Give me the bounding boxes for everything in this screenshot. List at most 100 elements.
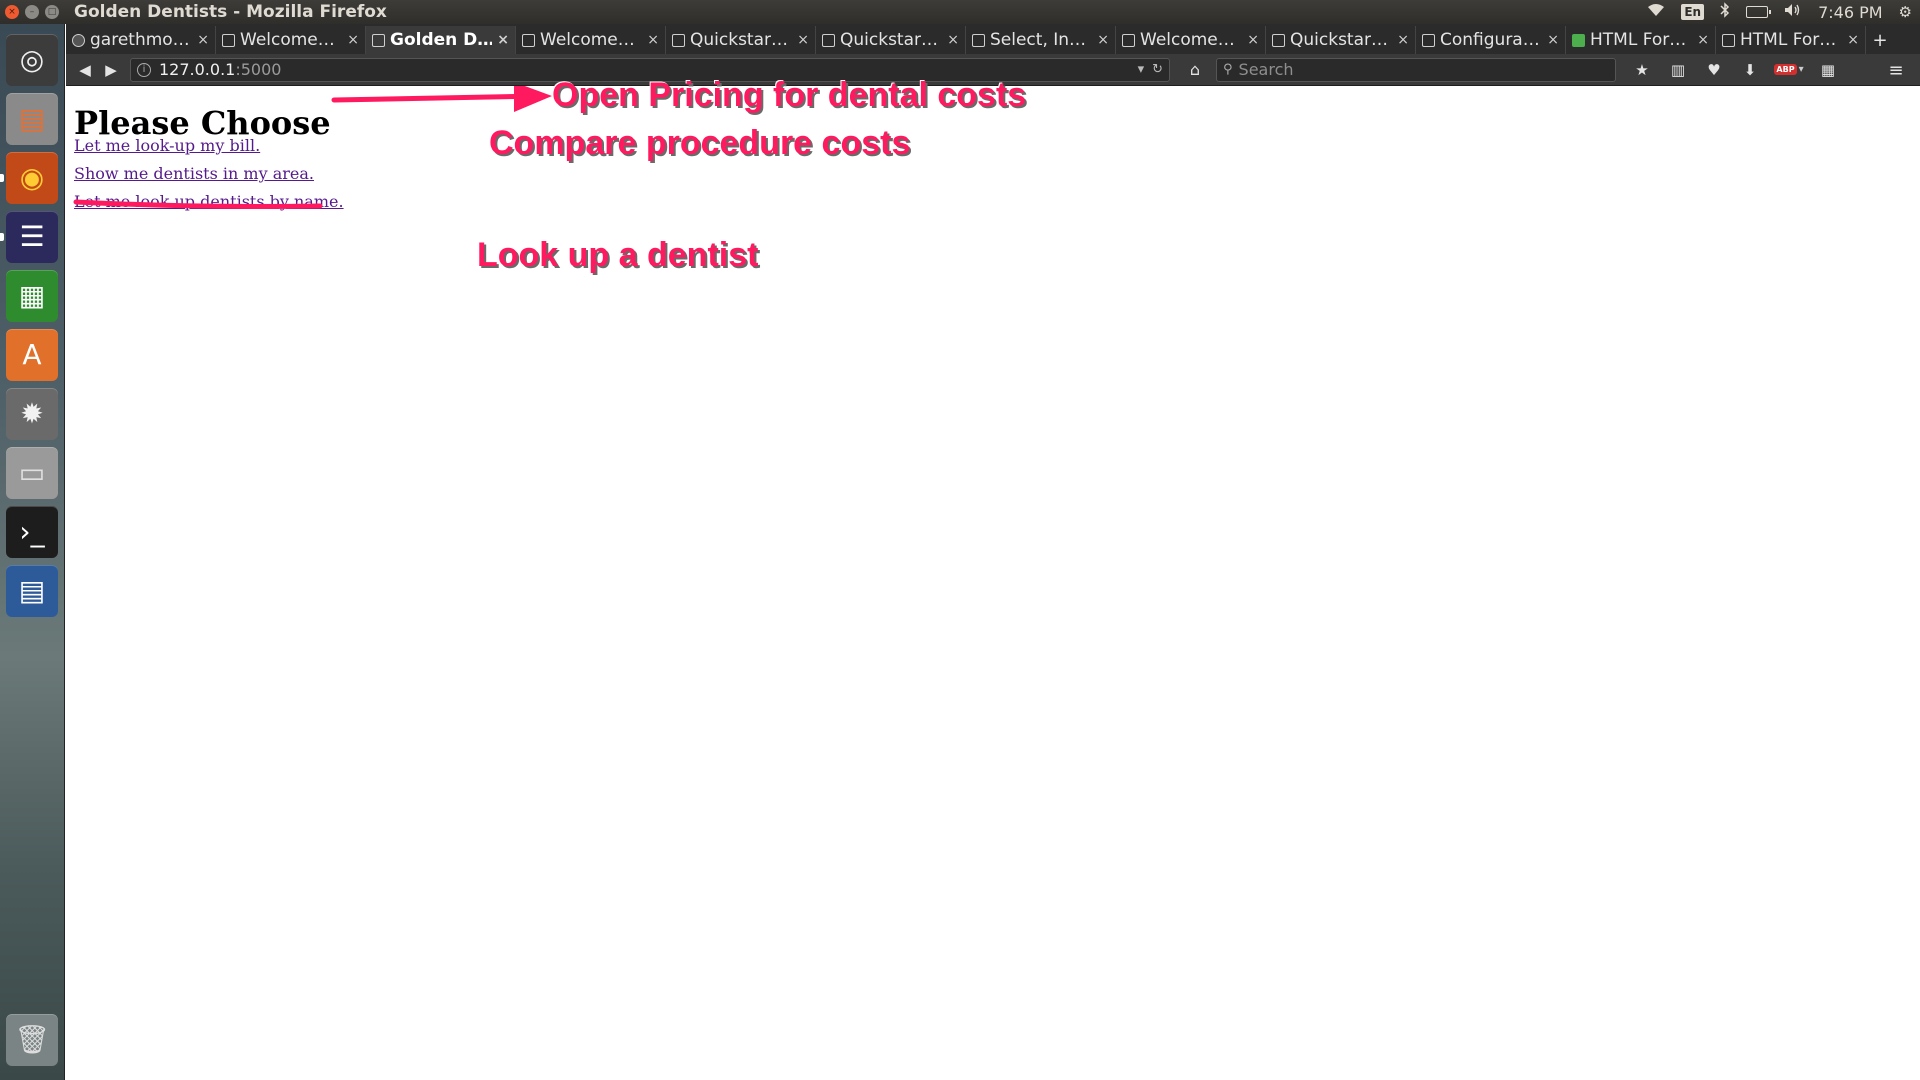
tab-strip: garethmo… × Welcome… × Golden D… × Welcome… × Qu… <box>66 24 1920 54</box>
software-center-app-launcher-item[interactable]: A <box>6 329 58 381</box>
hamburger-menu-icon[interactable]: ≡ <box>1884 58 1908 82</box>
tab-favicon-icon <box>672 33 685 47</box>
trash-launcher-item[interactable]: 🗑 <box>6 1014 58 1066</box>
tab[interactable]: Quickstar… × <box>816 26 966 54</box>
tab-favicon-icon <box>972 33 985 47</box>
page-content: Please Choose Let me look-up my bill. Sh… <box>66 76 1920 1080</box>
running-app-indicator <box>0 233 4 241</box>
window-maximize-button[interactable]: □ <box>45 5 59 19</box>
annotation-arrow <box>331 93 547 103</box>
system-settings-app-icon: ✹ <box>20 397 44 430</box>
link-dentists-by-name[interactable]: Let me look up dentists by name. <box>74 192 344 211</box>
tab-active[interactable]: Golden D… × <box>366 26 516 54</box>
battery-icon[interactable] <box>1746 6 1772 18</box>
eclipse-app-icon: ☰ <box>19 220 45 253</box>
writer-document-app-launcher-item[interactable]: ▤ <box>6 565 58 617</box>
tab-label: Welcome… <box>1140 30 1235 50</box>
terminal-app-icon: ›_ <box>19 515 45 548</box>
new-tab-button[interactable]: + <box>1866 26 1894 54</box>
tab[interactable]: Configura… × <box>1416 26 1566 54</box>
bluetooth-icon[interactable] <box>1720 2 1730 22</box>
tab-favicon-icon <box>72 33 85 47</box>
tab[interactable]: HTML For… × <box>1716 26 1866 54</box>
gear-icon[interactable]: ⚙ <box>1899 3 1912 21</box>
tab-close-icon[interactable]: × <box>1847 32 1859 48</box>
unity-launcher: ◎ ▤ ◉ ☰ ▦ A ✹ ▭ ›_ ▤ 🗑 <box>0 24 65 1080</box>
system-settings-app-launcher-item[interactable]: ✹ <box>6 388 58 440</box>
tab[interactable]: Quickstar… × <box>666 26 816 54</box>
search-bar[interactable]: ⚲ <box>1216 57 1616 82</box>
reading-list-icon[interactable]: ▥ <box>1666 58 1690 82</box>
wifi-icon[interactable] <box>1647 3 1665 21</box>
tab-label: Quickstar… <box>840 30 938 50</box>
home-button[interactable]: ⌂ <box>1180 58 1210 82</box>
download-icon[interactable]: ⬇ <box>1738 58 1762 82</box>
tab-close-icon[interactable]: × <box>1097 32 1109 48</box>
tab-label: Configura… <box>1440 30 1540 50</box>
tab-favicon-icon <box>1272 33 1285 47</box>
tab-close-icon[interactable]: × <box>1397 32 1409 48</box>
tab-label: HTML For… <box>1740 30 1837 50</box>
bookmark-star-icon[interactable]: ★ <box>1630 58 1654 82</box>
url-port[interactable]: :5000 <box>235 60 281 79</box>
url-host[interactable]: 127.0.0.1 <box>159 60 235 79</box>
link-dentists-in-area[interactable]: Show me dentists in my area. <box>74 164 314 183</box>
window-title: Golden Dentists - Mozilla Firefox <box>74 2 387 22</box>
firefox-app-icon: ◉ <box>19 161 45 194</box>
reload-icon[interactable]: ↻ <box>1152 62 1163 77</box>
keyboard-layout-indicator[interactable]: En <box>1681 4 1705 20</box>
disk-drive-app-launcher-item[interactable]: ▭ <box>6 447 58 499</box>
clock[interactable]: 7:46 PM <box>1818 3 1882 22</box>
url-history-dropdown-icon[interactable]: ▾ <box>1138 62 1145 77</box>
writer-document-app-icon: ▤ <box>18 574 46 607</box>
dash-home-launcher-item[interactable]: ◎ <box>6 34 58 86</box>
running-app-indicator <box>0 174 4 182</box>
trash-icon: 🗑 <box>14 1023 50 1056</box>
pocket-icon[interactable]: ♥ <box>1702 58 1726 82</box>
tab-close-icon[interactable]: × <box>797 32 809 48</box>
tab-close-icon[interactable]: × <box>497 32 509 48</box>
firefox-app-launcher-item[interactable]: ◉ <box>6 152 58 204</box>
tab[interactable]: garethmo… × <box>66 26 216 54</box>
link-look-up-bill[interactable]: Let me look-up my bill. <box>74 136 260 155</box>
files-app-launcher-item[interactable]: ▤ <box>6 93 58 145</box>
tab[interactable]: Quickstar… × <box>1266 26 1416 54</box>
tab[interactable]: HTML For… × <box>1566 26 1716 54</box>
tab-label: HTML For… <box>1590 30 1687 50</box>
adblock-plus-icon[interactable]: ABP ▾ <box>1774 58 1804 82</box>
extension-icon[interactable]: ▦ <box>1816 58 1840 82</box>
annotation-overlay <box>73 86 552 209</box>
tab-close-icon[interactable]: × <box>197 32 209 48</box>
tab-favicon-icon <box>1422 33 1435 47</box>
terminal-app-launcher-item[interactable]: ›_ <box>6 506 58 558</box>
tab-close-icon[interactable]: × <box>1247 32 1259 48</box>
site-info-icon[interactable]: i <box>137 62 151 77</box>
tab-favicon-icon <box>1572 33 1585 47</box>
volume-icon[interactable] <box>1784 3 1802 21</box>
window-minimize-button[interactable]: – <box>25 5 39 19</box>
tab-close-icon[interactable]: × <box>647 32 659 48</box>
tab-close-icon[interactable]: × <box>347 32 359 48</box>
forward-button[interactable]: ▶ <box>98 58 124 82</box>
tab-favicon-icon <box>1722 33 1735 47</box>
eclipse-app-launcher-item[interactable]: ☰ <box>6 211 58 263</box>
annotation-arrowhead <box>514 86 552 112</box>
tab[interactable]: Welcome… × <box>1116 26 1266 54</box>
toolbar-icons: ★ ▥ ♥ ⬇ ABP ▾ ▦ <box>1630 58 1840 82</box>
window-close-button[interactable]: × <box>5 5 19 19</box>
tab-favicon-icon <box>372 33 385 47</box>
calc-spreadsheet-app-launcher-item[interactable]: ▦ <box>6 270 58 322</box>
tab-close-icon[interactable]: × <box>1697 32 1709 48</box>
system-tray: En 7:46 PM ⚙ <box>1647 0 1912 24</box>
tab-close-icon[interactable]: × <box>1547 32 1559 48</box>
top-panel: × – □ Golden Dentists - Mozilla Firefox … <box>0 0 1920 24</box>
tab-label: Welcome… <box>540 30 635 50</box>
search-input[interactable] <box>1238 60 1599 79</box>
tab-label: Select, In… <box>990 30 1087 50</box>
tab[interactable]: Welcome… × <box>216 26 366 54</box>
tab-close-icon[interactable]: × <box>947 32 959 48</box>
tab-label: garethmo… <box>90 30 190 50</box>
back-button[interactable]: ◀ <box>72 58 98 82</box>
tab[interactable]: Welcome… × <box>516 26 666 54</box>
tab[interactable]: Select, In… × <box>966 26 1116 54</box>
